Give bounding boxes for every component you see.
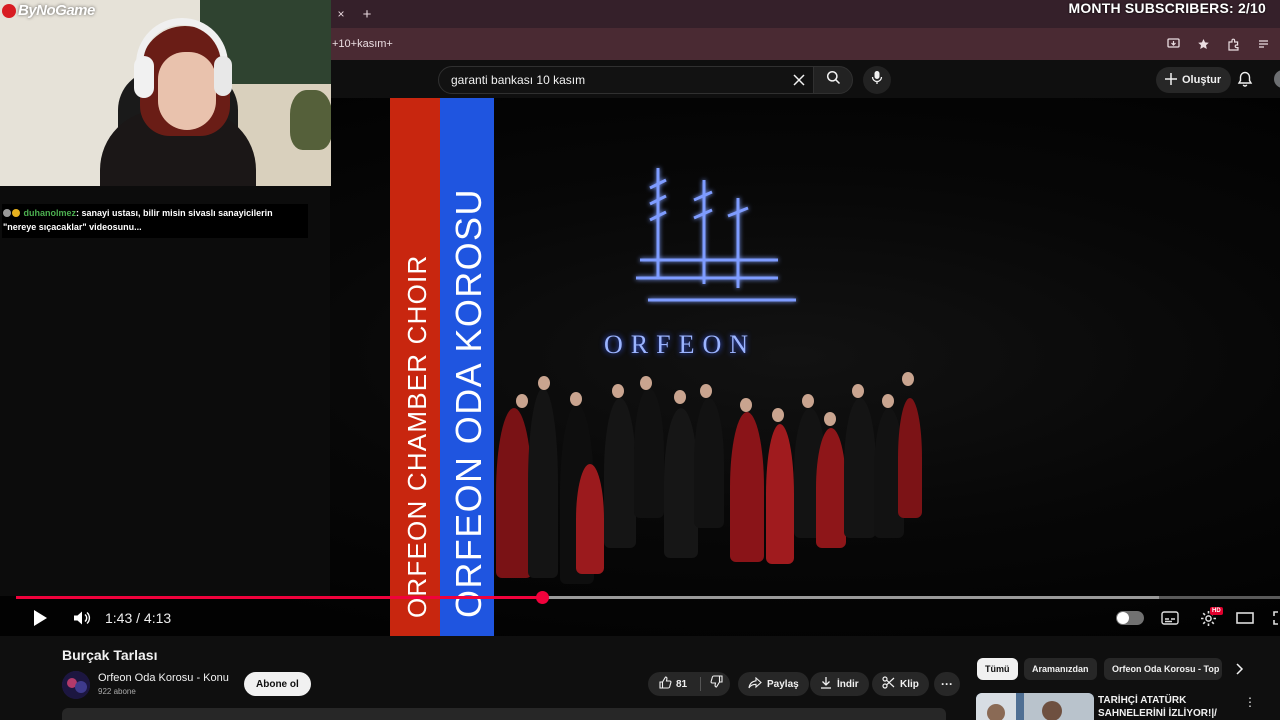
extensions-icon[interactable]: [1226, 37, 1240, 51]
recommendation-thumbnail[interactable]: [976, 693, 1094, 720]
browser-address-bar[interactable]: +10+kasım+: [330, 28, 1280, 60]
autoplay-knob: [1117, 612, 1129, 624]
voice-search-button[interactable]: [863, 66, 891, 94]
logo-text: ByNoGame: [18, 2, 95, 19]
video-title: Burçak Tarlası: [62, 647, 158, 663]
thumbs-up-icon: [659, 676, 672, 692]
like-button[interactable]: 81: [648, 672, 698, 696]
played-progress: [16, 596, 542, 599]
like-divider: [700, 677, 701, 691]
fullscreen-icon[interactable]: [1270, 608, 1280, 628]
stream-logo: ByNoGame: [2, 2, 95, 19]
orfeon-logo-text: ORFEON: [604, 330, 757, 359]
tab-close-button[interactable]: ×: [330, 0, 352, 28]
more-actions-button[interactable]: ···: [934, 672, 960, 696]
clip-button[interactable]: Klip: [872, 672, 929, 696]
dislike-button[interactable]: [702, 672, 730, 696]
screen: × + +10+kasım+ garanti bankası 10 kasım …: [0, 0, 1280, 720]
download-button[interactable]: İndir: [810, 672, 869, 696]
clear-search-icon[interactable]: [791, 72, 807, 88]
like-dislike-group: 81: [648, 672, 730, 696]
clip-label: Klip: [900, 678, 919, 690]
plus-icon: [1164, 72, 1178, 89]
chat-message: duhanolmez: sanayi ustası, bilir misin s…: [2, 204, 308, 238]
theater-mode-icon[interactable]: [1235, 608, 1255, 628]
search-icon: [826, 70, 841, 90]
subscriber-goal-overlay: MONTH SUBSCRIBERS: 2/10: [1068, 0, 1266, 16]
share-button[interactable]: Paylaş: [738, 672, 809, 696]
streamer-webcam: ByNoGame: [0, 0, 331, 186]
time-display: 1:43 / 4:13: [105, 610, 172, 626]
hd-badge: HD: [1210, 607, 1223, 615]
search-button[interactable]: [813, 66, 853, 94]
recommendation-title[interactable]: TARİHÇİ ATATÜRK SAHNELERİNİ İZLİYOR!|/: [1098, 694, 1218, 720]
microphone-icon: [871, 70, 883, 90]
search-box[interactable]: [438, 66, 814, 94]
thumbs-down-icon: [710, 675, 723, 693]
subtitles-icon[interactable]: [1160, 608, 1180, 628]
search-input[interactable]: [451, 73, 771, 87]
youtube-masthead: Oluştur: [330, 60, 1280, 98]
play-icon[interactable]: [30, 608, 50, 628]
account-avatar[interactable]: [1274, 70, 1280, 88]
url-text: +10+kasım+: [332, 38, 393, 50]
chip-all[interactable]: Tümü: [977, 658, 1018, 680]
video-red-band: ORFEON CHAMBER CHOIR: [390, 98, 440, 636]
download-label: İndir: [837, 678, 859, 690]
channel-subscriber-count: 922 abone: [98, 687, 136, 696]
video-info-area: Burçak Tarlası Orfeon Oda Korosu - Konu …: [0, 636, 1280, 720]
notifications-bell-icon[interactable]: [1236, 70, 1254, 88]
download-icon: [820, 676, 832, 692]
player-controls: 1:43 / 4:13 HD: [0, 602, 1280, 634]
new-tab-button[interactable]: +: [356, 0, 378, 28]
create-label: Oluştur: [1182, 74, 1222, 86]
volume-icon[interactable]: [72, 608, 92, 628]
blue-band-text: ORFEON ODA KOROSU: [448, 188, 489, 618]
chip-from-search[interactable]: Aramanızdan: [1024, 658, 1097, 680]
address-bar-actions: [1166, 28, 1270, 60]
like-count: 81: [675, 678, 688, 690]
reading-list-icon[interactable]: [1256, 37, 1270, 51]
video-progress-bar[interactable]: [16, 591, 1280, 604]
channel-avatar[interactable]: [62, 671, 90, 699]
brand-logo-icon: [2, 3, 16, 18]
scissors-icon: [882, 676, 895, 692]
bookmark-star-icon[interactable]: [1196, 37, 1210, 51]
channel-name[interactable]: Orfeon Oda Korosu - Konu: [98, 672, 229, 684]
description-box[interactable]: [62, 708, 946, 720]
autoplay-toggle[interactable]: [1116, 611, 1144, 625]
red-band-text: ORFEON CHAMBER CHOIR: [402, 254, 432, 618]
chat-username: duhanolmez: [23, 208, 77, 218]
subscribe-button[interactable]: Abone ol: [244, 672, 311, 696]
video-blue-band: ORFEON ODA KOROSU: [440, 98, 494, 636]
choir-group-photo: [494, 368, 934, 588]
share-label: Paylaş: [767, 678, 799, 690]
create-button[interactable]: Oluştur: [1156, 67, 1232, 93]
subscriber-badge-icon: [12, 209, 20, 217]
share-icon: [748, 676, 762, 692]
recommendation-menu-icon[interactable]: ⋮: [1244, 694, 1256, 710]
chip-channel-topic[interactable]: Orfeon Oda Korosu - Top: [1104, 658, 1222, 680]
chat-badge-icon: [3, 209, 11, 217]
stream-chat: duhanolmez: sanayi ustası, bilir misin s…: [0, 186, 330, 596]
install-app-icon[interactable]: [1166, 37, 1180, 51]
chevron-right-icon[interactable]: [1230, 660, 1248, 678]
